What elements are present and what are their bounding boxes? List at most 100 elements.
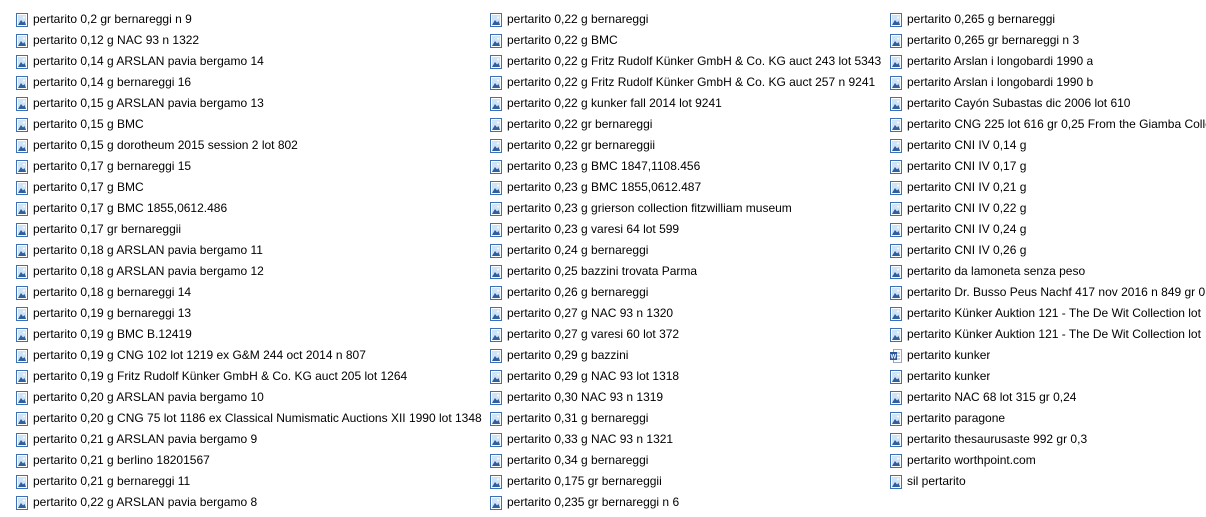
file-item[interactable]: pertarito 0,17 g bernareggi 15 [16,156,486,177]
file-item[interactable]: pertarito 0,24 g bernareggi [490,240,888,261]
file-item[interactable]: pertarito CNI IV 0,21 g [890,177,1206,198]
file-item[interactable]: pertarito 0,18 g ARSLAN pavia bergamo 12 [16,261,486,282]
image-file-icon [16,390,28,405]
file-item[interactable]: pertarito 0,175 gr bernareggii [490,471,888,492]
file-item[interactable]: pertarito 0,19 g CNG 102 lot 1219 ex G&M… [16,345,486,366]
file-item[interactable]: pertarito 0,17 g BMC 1855,0612.486 [16,198,486,219]
image-file-icon [490,201,502,216]
file-item[interactable]: pertarito 0,22 g bernareggi [490,9,888,30]
file-item[interactable]: pertarito CNI IV 0,17 g [890,156,1206,177]
file-item[interactable]: pertarito Arslan i longobardi 1990 a [890,51,1206,72]
file-item[interactable]: pertarito 0,22 g Fritz Rudolf Künker Gmb… [490,72,888,93]
file-item[interactable]: pertarito CNI IV 0,22 g [890,198,1206,219]
file-item[interactable]: sil pertarito [890,471,1206,492]
file-item[interactable]: pertarito 0,29 g NAC 93 lot 1318 [490,366,888,387]
image-file-icon [16,54,28,69]
file-item[interactable]: pertarito 0,18 g bernareggi 14 [16,282,486,303]
file-name-label: pertarito 0,26 g bernareggi [507,285,649,299]
image-file-icon [890,117,902,132]
file-item[interactable]: pertarito 0,265 gr bernareggi n 3 [890,30,1206,51]
image-file-icon [16,453,28,468]
image-file-icon [490,327,502,342]
file-item[interactable]: pertarito 0,25 bazzini trovata Parma [490,261,888,282]
file-item[interactable]: pertarito thesaurusaste 992 gr 0,3 [890,429,1206,450]
file-item[interactable]: pertarito Cayón Subastas dic 2006 lot 61… [890,93,1206,114]
file-item[interactable]: pertarito 0,30 NAC 93 n 1319 [490,387,888,408]
file-item[interactable]: pertarito 0,19 g bernareggi 13 [16,303,486,324]
file-item[interactable]: pertarito 0,15 g BMC [16,114,486,135]
file-name-label: pertarito 0,22 g Fritz Rudolf Künker Gmb… [507,75,876,89]
file-name-label: pertarito 0,17 g BMC [33,180,144,194]
image-file-icon [890,96,902,111]
file-name-label: pertarito 0,19 g BMC B.12419 [33,327,192,341]
file-item[interactable]: pertarito CNG 225 lot 616 gr 0,25 From t… [890,114,1206,135]
file-item[interactable]: pertarito 0,14 g bernareggi 16 [16,72,486,93]
file-item[interactable]: pertarito 0,34 g bernareggi [490,450,888,471]
file-item[interactable]: pertarito 0,26 g bernareggi [490,282,888,303]
image-file-icon [490,369,502,384]
image-file-icon [16,369,28,384]
file-item[interactable]: pertarito CNI IV 0,14 g [890,135,1206,156]
file-item[interactable]: Wpertarito kunker [890,345,1206,366]
file-item[interactable]: pertarito 0,27 g varesi 60 lot 372 [490,324,888,345]
file-item[interactable]: pertarito CNI IV 0,24 g [890,219,1206,240]
file-item[interactable]: pertarito 0,21 g bernareggi 11 [16,471,486,492]
file-item[interactable]: pertarito 0,23 g BMC 1847,1108.456 [490,156,888,177]
file-item[interactable]: pertarito NAC 68 lot 315 gr 0,24 [890,387,1206,408]
file-item[interactable]: pertarito 0,22 gr bernareggi [490,114,888,135]
file-item[interactable]: pertarito 0,21 g ARSLAN pavia bergamo 9 [16,429,486,450]
file-name-label: pertarito CNI IV 0,14 g [907,138,1027,152]
file-item[interactable]: pertarito 0,19 g BMC B.12419 [16,324,486,345]
file-item[interactable]: pertarito 0,22 g kunker fall 2014 lot 92… [490,93,888,114]
file-item[interactable]: pertarito Künker Auktion 121 - The De Wi… [890,303,1206,324]
file-item[interactable]: pertarito 0,33 g NAC 93 n 1321 [490,429,888,450]
file-item[interactable]: pertarito kunker [890,366,1206,387]
file-name-label: pertarito 0,17 g bernareggi 15 [33,159,192,173]
image-file-icon [890,138,902,153]
file-item[interactable]: pertarito 0,15 g ARSLAN pavia bergamo 13 [16,93,486,114]
file-item[interactable]: pertarito 0,18 g ARSLAN pavia bergamo 11 [16,240,486,261]
file-item[interactable]: pertarito 0,20 g ARSLAN pavia bergamo 10 [16,387,486,408]
image-file-icon [890,306,902,321]
file-item[interactable]: pertarito 0,20 g CNG 75 lot 1186 ex Clas… [16,408,486,429]
file-item[interactable]: pertarito paragone [890,408,1206,429]
file-item[interactable]: pertarito 0,29 g bazzini [490,345,888,366]
file-item[interactable]: pertarito worthpoint.com [890,450,1206,471]
image-file-icon [16,138,28,153]
file-column-2: pertarito 0,22 g bernareggi pertarito 0,2… [490,9,888,513]
image-file-icon [890,243,902,258]
file-name-label: pertarito 0,2 gr bernareggi n 9 [33,12,192,26]
file-name-label: pertarito Arslan i longobardi 1990 b [907,75,1094,89]
file-item[interactable]: pertarito 0,27 g NAC 93 n 1320 [490,303,888,324]
file-item[interactable]: pertarito 0,14 g ARSLAN pavia bergamo 14 [16,51,486,72]
file-item[interactable]: pertarito CNI IV 0,26 g [890,240,1206,261]
file-item[interactable]: pertarito 0,23 g varesi 64 lot 599 [490,219,888,240]
file-item[interactable]: pertarito 0,23 g grierson collection fit… [490,198,888,219]
file-item[interactable]: pertarito 0,23 g BMC 1855,0612.487 [490,177,888,198]
image-file-icon [16,432,28,447]
file-item[interactable]: pertarito Arslan i longobardi 1990 b [890,72,1206,93]
file-item[interactable]: pertarito 0,17 g BMC [16,177,486,198]
file-item[interactable]: pertarito 0,17 gr bernareggii [16,219,486,240]
image-file-icon [16,264,28,279]
file-item[interactable]: pertarito 0,12 g NAC 93 n 1322 [16,30,486,51]
file-item[interactable]: pertarito 0,265 g bernareggi [890,9,1206,30]
file-item[interactable]: pertarito Künker Auktion 121 - The De Wi… [890,324,1206,345]
file-name-label: pertarito thesaurusaste 992 gr 0,3 [907,432,1088,446]
file-name-label: pertarito 0,22 gr bernareggii [507,138,656,152]
file-item[interactable]: pertarito 0,235 gr bernareggi n 6 [490,492,888,513]
file-item[interactable]: pertarito 0,22 g ARSLAN pavia bergamo 8 [16,492,486,513]
file-item[interactable]: pertarito Dr. Busso Peus Nachf 417 nov 2… [890,282,1206,303]
file-item[interactable]: pertarito 0,31 g bernareggi [490,408,888,429]
file-item[interactable]: pertarito 0,19 g Fritz Rudolf Künker Gmb… [16,366,486,387]
file-item[interactable]: pertarito 0,2 gr bernareggi n 9 [16,9,486,30]
file-item[interactable]: pertarito da lamoneta senza peso [890,261,1206,282]
file-item[interactable]: pertarito 0,21 g berlino 18201567 [16,450,486,471]
file-item[interactable]: pertarito 0,15 g dorotheum 2015 session … [16,135,486,156]
file-name-label: pertarito CNI IV 0,22 g [907,201,1027,215]
file-item[interactable]: pertarito 0,22 gr bernareggii [490,135,888,156]
file-name-label: pertarito 0,22 gr bernareggi [507,117,653,131]
image-file-icon [890,474,902,489]
file-item[interactable]: pertarito 0,22 g BMC [490,30,888,51]
file-item[interactable]: pertarito 0,22 g Fritz Rudolf Künker Gmb… [490,51,888,72]
